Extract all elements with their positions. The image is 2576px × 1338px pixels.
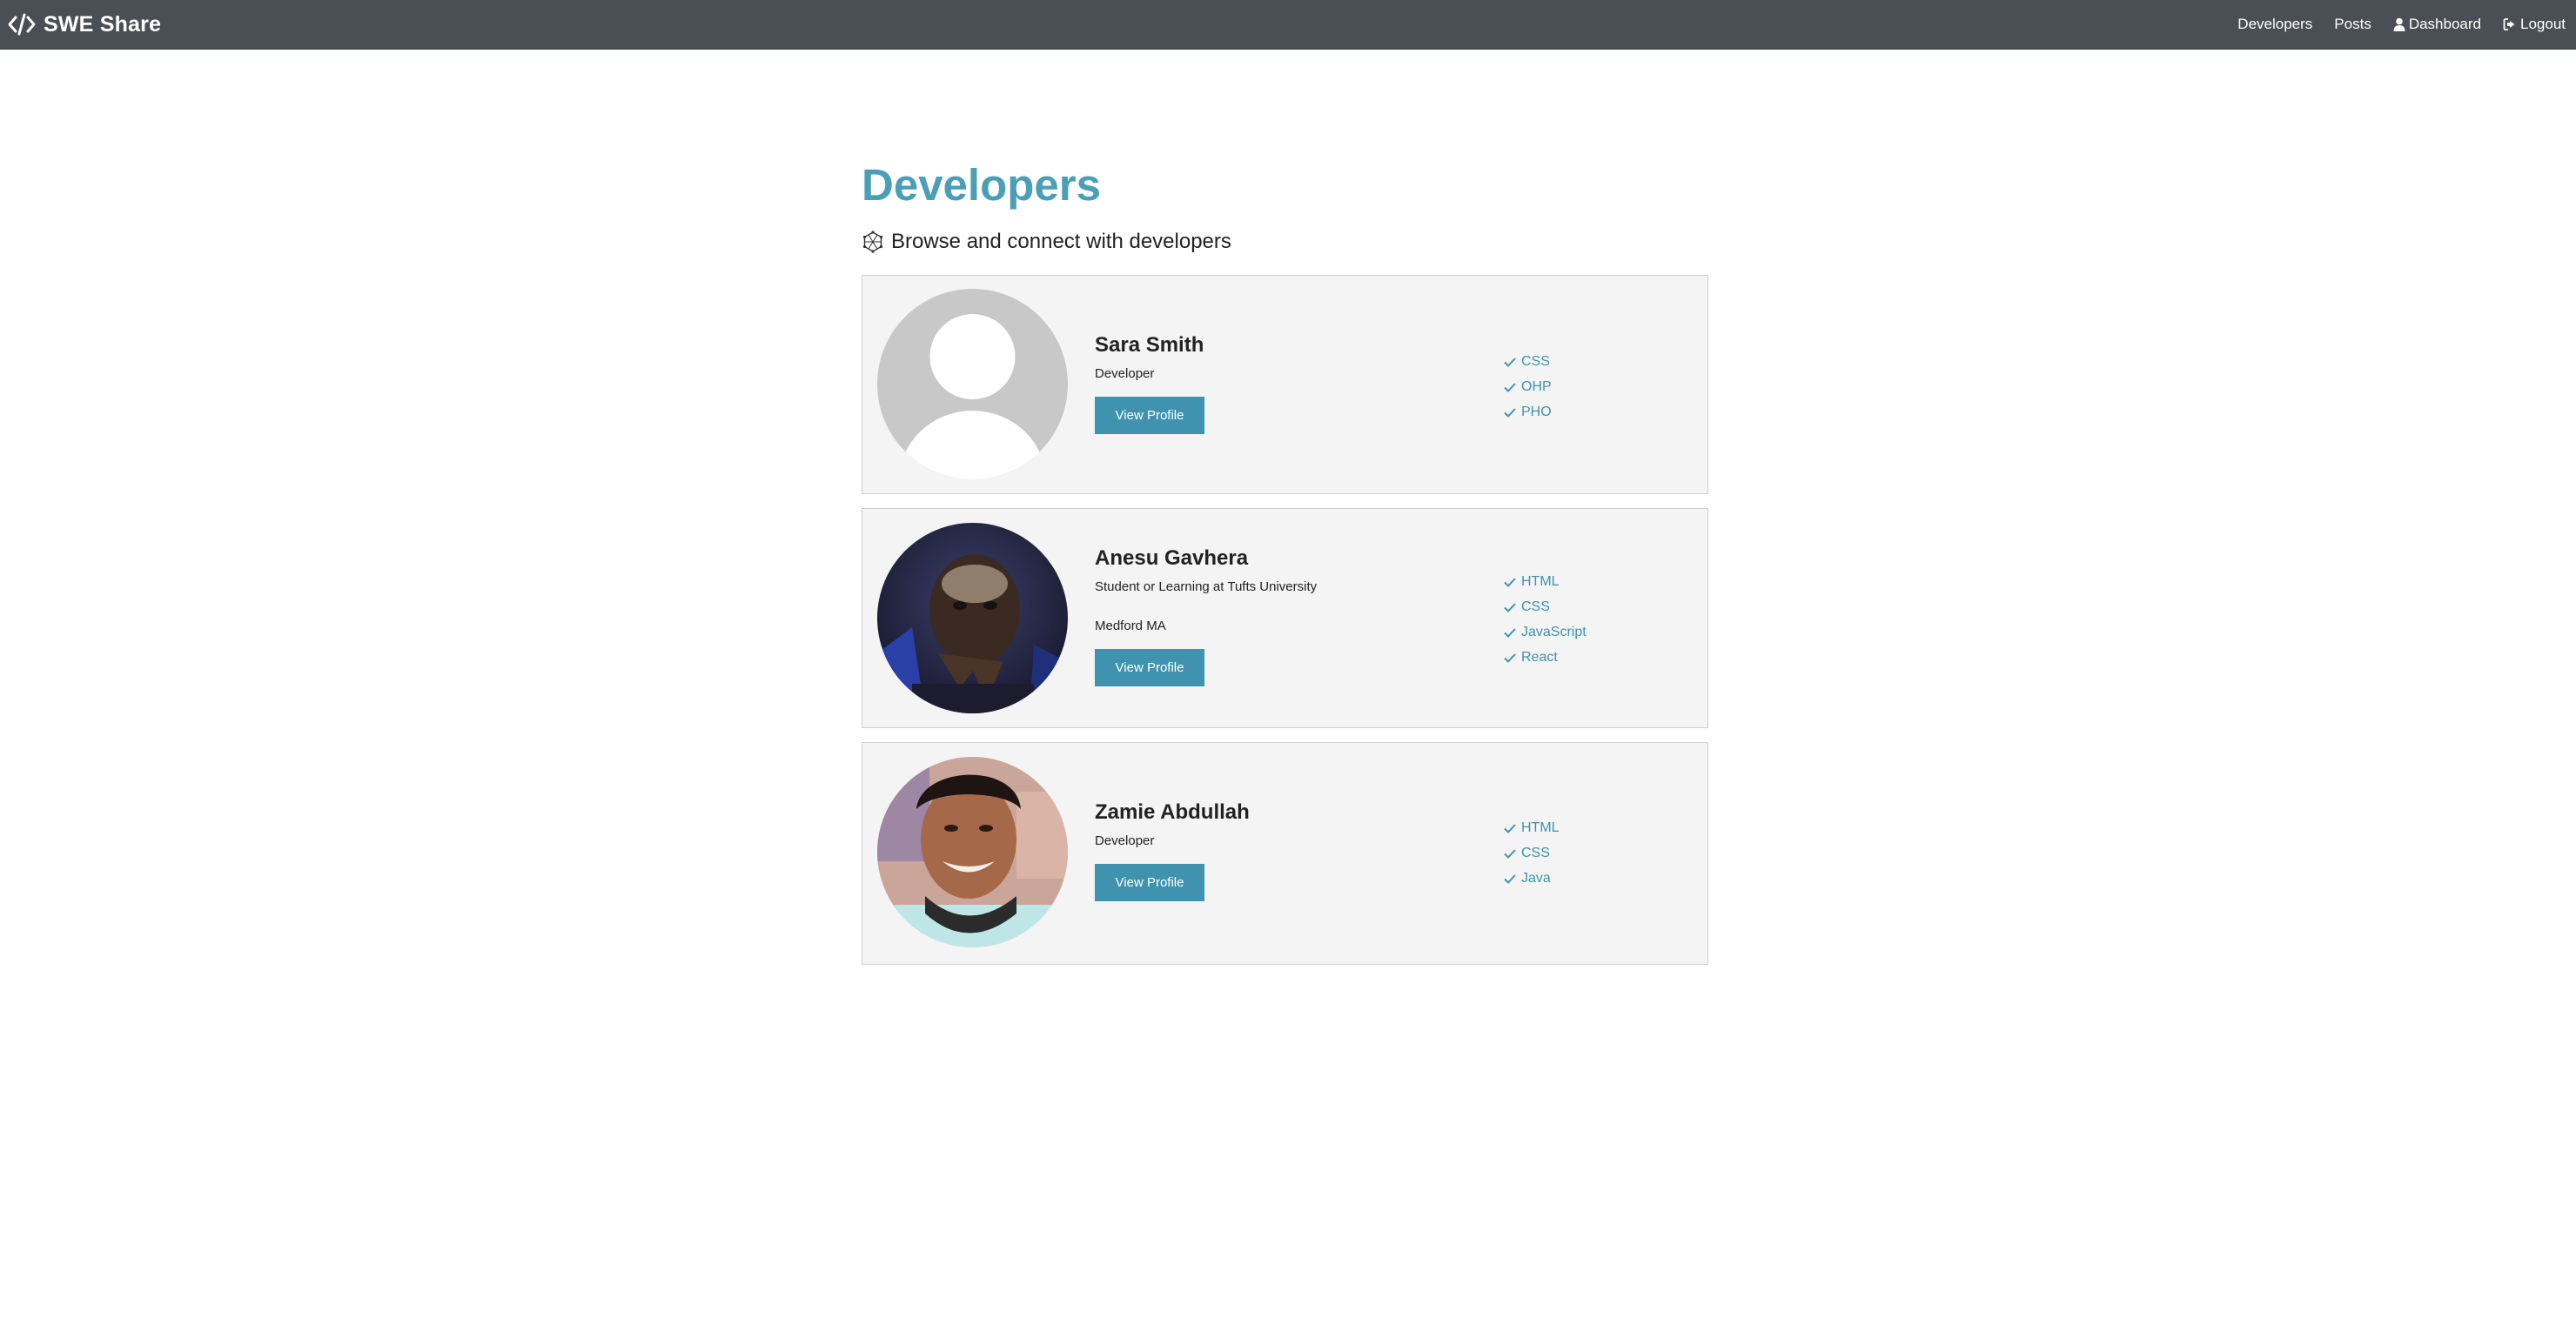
profile-info: Anesu Gavhera Student or Learning at Tuf… bbox=[1095, 545, 1317, 686]
profile-card: Sara Smith Developer View Profile CSS OH… bbox=[862, 275, 1708, 494]
skill-label: JavaScript bbox=[1521, 624, 1587, 639]
check-icon bbox=[1503, 576, 1517, 588]
nav-links: Developers Posts Dashboard Logout bbox=[2216, 16, 2566, 33]
navbar: SWE Share Developers Posts Dashboard Log… bbox=[0, 0, 2576, 50]
profile-status: Student or Learning at Tufts University bbox=[1095, 579, 1318, 594]
skill-label: CSS bbox=[1521, 353, 1550, 369]
skill-label: CSS bbox=[1521, 599, 1550, 614]
profile-info: Sara Smith Developer View Profile bbox=[1095, 332, 1204, 434]
avatar bbox=[877, 757, 1068, 947]
brand-link[interactable]: SWE Share bbox=[7, 11, 161, 37]
check-icon bbox=[1503, 356, 1517, 368]
skill-item: HTML bbox=[1503, 815, 1560, 840]
skill-item: React bbox=[1503, 645, 1587, 670]
nav-developers-link[interactable]: Developers bbox=[2237, 16, 2312, 33]
nav-dashboard-link[interactable]: Dashboard bbox=[2393, 16, 2481, 33]
page-title: Developers bbox=[862, 160, 1101, 210]
skill-item: Java bbox=[1503, 866, 1560, 891]
skill-item: HTML bbox=[1503, 569, 1587, 594]
sign-out-icon bbox=[2503, 18, 2515, 30]
profile-status: Developer bbox=[1095, 366, 1155, 381]
profile-name: Anesu Gavhera bbox=[1095, 546, 1249, 570]
skill-label: OHP bbox=[1521, 378, 1552, 394]
check-icon bbox=[1503, 822, 1517, 834]
profile-location: Medford MA bbox=[1095, 619, 1166, 633]
skill-label: HTML bbox=[1521, 820, 1560, 835]
skills-list: CSS OHP PHO bbox=[1503, 349, 1552, 425]
avatar bbox=[877, 523, 1068, 713]
view-profile-button[interactable]: View Profile bbox=[1095, 864, 1204, 901]
view-profile-button[interactable]: View Profile bbox=[1095, 649, 1204, 686]
view-profile-button[interactable]: View Profile bbox=[1095, 397, 1204, 434]
nav-logout-label: Logout bbox=[2520, 16, 2566, 32]
skill-item: PHO bbox=[1503, 399, 1552, 425]
profile-card: Zamie Abdullah Developer View Profile HT… bbox=[862, 742, 1708, 965]
profile-info: Zamie Abdullah Developer View Profile bbox=[1095, 799, 1250, 901]
skill-item: OHP bbox=[1503, 374, 1552, 399]
check-icon bbox=[1503, 381, 1517, 393]
nav-developers-label: Developers bbox=[2237, 16, 2313, 32]
profile-name: Zamie Abdullah bbox=[1095, 800, 1250, 824]
user-icon bbox=[2393, 17, 2405, 31]
skill-label: PHO bbox=[1521, 404, 1552, 419]
profile-card: Anesu Gavhera Student or Learning at Tuf… bbox=[862, 508, 1708, 728]
brand-label: SWE Share bbox=[44, 11, 162, 37]
skill-item: JavaScript bbox=[1503, 619, 1587, 645]
skill-item: CSS bbox=[1503, 840, 1560, 866]
check-icon bbox=[1503, 406, 1517, 418]
skills-list: HTML CSS Java bbox=[1503, 815, 1560, 891]
code-icon bbox=[7, 11, 37, 37]
profile-name: Sara Smith bbox=[1095, 333, 1204, 357]
skill-label: Java bbox=[1521, 870, 1551, 886]
check-icon bbox=[1503, 626, 1517, 639]
nav-logout-link[interactable]: Logout bbox=[2503, 16, 2566, 33]
skill-item: CSS bbox=[1503, 349, 1552, 374]
nav-posts-label: Posts bbox=[2334, 16, 2371, 32]
nav-dashboard-label: Dashboard bbox=[2408, 16, 2481, 32]
skill-label: React bbox=[1521, 649, 1558, 665]
check-icon bbox=[1503, 873, 1517, 885]
page-lead: Browse and connect with developers bbox=[862, 229, 1231, 255]
nav-posts-link[interactable]: Posts bbox=[2334, 16, 2371, 33]
check-icon bbox=[1503, 601, 1517, 613]
check-icon bbox=[1503, 847, 1517, 860]
avatar bbox=[877, 289, 1068, 479]
skills-list: HTML CSS JavaScript React bbox=[1503, 569, 1587, 670]
page-lead-text: Browse and connect with developers bbox=[891, 230, 1231, 253]
connectdevelop-icon bbox=[862, 231, 884, 253]
skill-label: HTML bbox=[1521, 573, 1560, 589]
skill-item: CSS bbox=[1503, 594, 1587, 619]
skill-label: CSS bbox=[1521, 845, 1550, 860]
profile-status: Developer bbox=[1095, 833, 1155, 848]
check-icon bbox=[1503, 652, 1517, 664]
